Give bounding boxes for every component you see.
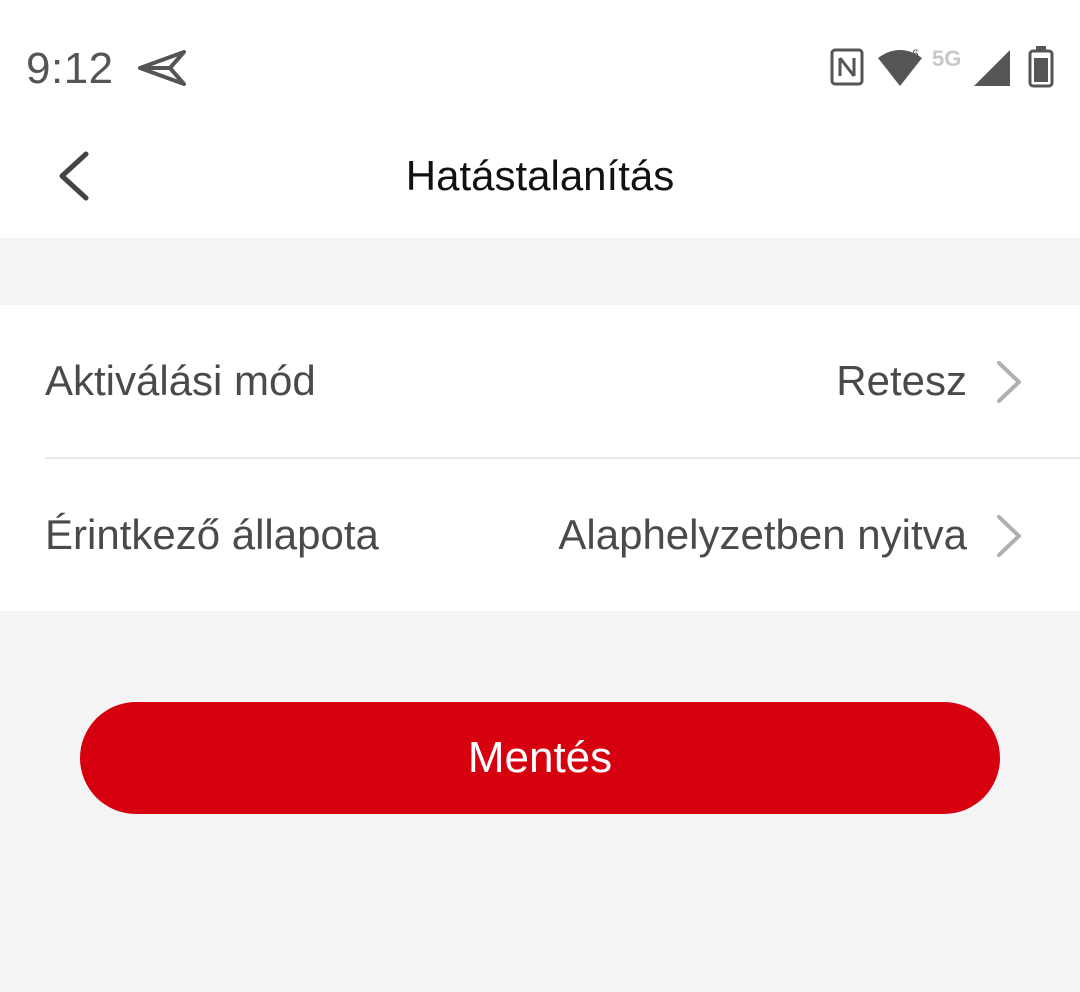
signal-icon xyxy=(974,50,1010,86)
chevron-right-icon xyxy=(997,361,1021,403)
svg-text:6: 6 xyxy=(912,48,919,61)
chevron-right-icon xyxy=(997,515,1021,557)
status-time: 9:12 xyxy=(26,44,114,93)
network-type-label: 5G xyxy=(932,46,962,71)
contact-state-row[interactable]: Érintkező állapota Alaphelyzetben nyitva xyxy=(0,459,1080,611)
battery-icon xyxy=(1028,46,1054,88)
app-header: Hatástalanítás xyxy=(0,130,1080,238)
row-label: Aktiválási mód xyxy=(45,357,316,404)
nfc-icon xyxy=(830,48,864,86)
row-value: Retesz xyxy=(836,357,967,404)
status-bar: 9:12 6 5G xyxy=(0,0,1080,130)
row-value: Alaphelyzetben nyitva xyxy=(558,511,967,558)
wifi-icon: 6 xyxy=(878,48,922,86)
page-title: Hatástalanítás xyxy=(405,152,675,199)
send-icon xyxy=(138,50,186,86)
save-button[interactable]: Mentés xyxy=(80,702,1000,814)
status-icons: 6 5G xyxy=(820,44,1080,92)
row-label: Érintkező állapota xyxy=(45,511,379,558)
settings-list: Aktiválási mód Retesz Érintkező állapota… xyxy=(0,305,1080,611)
activation-mode-row[interactable]: Aktiválási mód Retesz xyxy=(0,305,1080,459)
